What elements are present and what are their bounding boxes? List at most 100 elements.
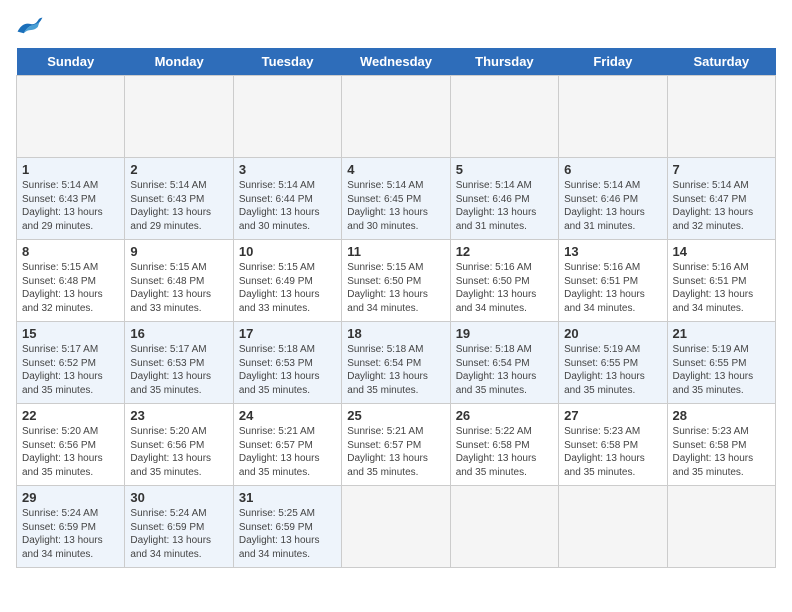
day-info: Sunrise: 5:14 AM Sunset: 6:46 PM Dayligh… [564, 179, 661, 233]
weekday-header-thursday: Thursday [450, 48, 558, 76]
day-number: 11 [347, 244, 444, 259]
calendar-cell [125, 76, 233, 158]
day-number: 2 [130, 162, 227, 177]
day-number: 13 [564, 244, 661, 259]
day-info: Sunrise: 5:16 AM Sunset: 6:50 PM Dayligh… [456, 261, 553, 315]
day-number: 4 [347, 162, 444, 177]
calendar-week-row [17, 76, 776, 158]
day-info: Sunrise: 5:25 AM Sunset: 6:59 PM Dayligh… [239, 507, 336, 561]
day-number: 21 [673, 326, 770, 341]
day-info: Sunrise: 5:15 AM Sunset: 6:50 PM Dayligh… [347, 261, 444, 315]
weekday-header-row: SundayMondayTuesdayWednesdayThursdayFrid… [17, 48, 776, 76]
day-info: Sunrise: 5:14 AM Sunset: 6:45 PM Dayligh… [347, 179, 444, 233]
day-number: 6 [564, 162, 661, 177]
day-number: 14 [673, 244, 770, 259]
day-info: Sunrise: 5:14 AM Sunset: 6:46 PM Dayligh… [456, 179, 553, 233]
day-number: 15 [22, 326, 119, 341]
day-info: Sunrise: 5:15 AM Sunset: 6:48 PM Dayligh… [22, 261, 119, 315]
calendar-cell: 19Sunrise: 5:18 AM Sunset: 6:54 PM Dayli… [450, 322, 558, 404]
day-info: Sunrise: 5:18 AM Sunset: 6:54 PM Dayligh… [456, 343, 553, 397]
day-number: 31 [239, 490, 336, 505]
calendar-week-row: 15Sunrise: 5:17 AM Sunset: 6:52 PM Dayli… [17, 322, 776, 404]
weekday-header-tuesday: Tuesday [233, 48, 341, 76]
calendar-cell: 11 Sunrise: 5:15 AM Sunset: 6:50 PM Dayli… [342, 240, 450, 322]
calendar-cell: 25Sunrise: 5:21 AM Sunset: 6:57 PM Dayli… [342, 404, 450, 486]
day-info: Sunrise: 5:18 AM Sunset: 6:53 PM Dayligh… [239, 343, 336, 397]
day-number: 28 [673, 408, 770, 423]
weekday-header-saturday: Saturday [667, 48, 775, 76]
weekday-header-monday: Monday [125, 48, 233, 76]
day-info: Sunrise: 5:20 AM Sunset: 6:56 PM Dayligh… [22, 425, 119, 479]
calendar-cell [667, 76, 775, 158]
calendar-cell: 14Sunrise: 5:16 AM Sunset: 6:51 PM Dayli… [667, 240, 775, 322]
day-number: 24 [239, 408, 336, 423]
calendar-cell: 30Sunrise: 5:24 AM Sunset: 6:59 PM Dayli… [125, 486, 233, 568]
day-number: 5 [456, 162, 553, 177]
day-info: Sunrise: 5:15 AM Sunset: 6:49 PM Dayligh… [239, 261, 336, 315]
calendar-cell [450, 76, 558, 158]
day-info: Sunrise: 5:24 AM Sunset: 6:59 PM Dayligh… [130, 507, 227, 561]
day-number: 1 [22, 162, 119, 177]
calendar-cell: 20Sunrise: 5:19 AM Sunset: 6:55 PM Dayli… [559, 322, 667, 404]
day-info: Sunrise: 5:23 AM Sunset: 6:58 PM Dayligh… [564, 425, 661, 479]
calendar-week-row: 29 Sunrise: 5:24 AM Sunset: 6:59 PM Dayli… [17, 486, 776, 568]
calendar-week-row: 1 Sunrise: 5:14 AM Sunset: 6:43 PM Daylig… [17, 158, 776, 240]
calendar-cell: 18Sunrise: 5:18 AM Sunset: 6:54 PM Dayli… [342, 322, 450, 404]
day-number: 26 [456, 408, 553, 423]
day-info: Sunrise: 5:14 AM Sunset: 6:43 PM Dayligh… [22, 179, 119, 233]
calendar-cell: 2 Sunrise: 5:14 AM Sunset: 6:43 PM Daylig… [125, 158, 233, 240]
calendar-cell: 31 Sunrise: 5:25 AM Sunset: 6:59 PM Dayli… [233, 486, 341, 568]
day-info: Sunrise: 5:18 AM Sunset: 6:54 PM Dayligh… [347, 343, 444, 397]
calendar-cell: 13Sunrise: 5:16 AM Sunset: 6:51 PM Dayli… [559, 240, 667, 322]
calendar-cell [342, 76, 450, 158]
day-info: Sunrise: 5:22 AM Sunset: 6:58 PM Dayligh… [456, 425, 553, 479]
day-info: Sunrise: 5:24 AM Sunset: 6:59 PM Dayligh… [22, 507, 119, 561]
calendar-cell: 15Sunrise: 5:17 AM Sunset: 6:52 PM Dayli… [17, 322, 125, 404]
day-number: 29 [22, 490, 119, 505]
calendar-cell [17, 76, 125, 158]
calendar-cell: 6 Sunrise: 5:14 AM Sunset: 6:46 PM Daylig… [559, 158, 667, 240]
calendar-cell: 16 Sunrise: 5:17 AM Sunset: 6:53 PM Dayli… [125, 322, 233, 404]
day-number: 27 [564, 408, 661, 423]
day-number: 23 [130, 408, 227, 423]
logo-bird-icon [16, 16, 44, 38]
calendar-cell [667, 486, 775, 568]
calendar-cell: 28 Sunrise: 5:23 AM Sunset: 6:58 PM Dayli… [667, 404, 775, 486]
day-info: Sunrise: 5:14 AM Sunset: 6:44 PM Dayligh… [239, 179, 336, 233]
page-container: SundayMondayTuesdayWednesdayThursdayFrid… [0, 0, 792, 576]
weekday-header-wednesday: Wednesday [342, 48, 450, 76]
day-number: 22 [22, 408, 119, 423]
day-number: 7 [673, 162, 770, 177]
day-info: Sunrise: 5:14 AM Sunset: 6:43 PM Dayligh… [130, 179, 227, 233]
calendar-cell: 21 Sunrise: 5:19 AM Sunset: 6:55 PM Dayli… [667, 322, 775, 404]
day-number: 10 [239, 244, 336, 259]
calendar-week-row: 22 Sunrise: 5:20 AM Sunset: 6:56 PM Dayli… [17, 404, 776, 486]
day-info: Sunrise: 5:20 AM Sunset: 6:56 PM Dayligh… [130, 425, 227, 479]
calendar-cell: 12Sunrise: 5:16 AM Sunset: 6:50 PM Dayli… [450, 240, 558, 322]
calendar-cell: 4 Sunrise: 5:14 AM Sunset: 6:45 PM Daylig… [342, 158, 450, 240]
day-number: 16 [130, 326, 227, 341]
calendar-cell: 26 Sunrise: 5:22 AM Sunset: 6:58 PM Dayli… [450, 404, 558, 486]
calendar-cell: 10 Sunrise: 5:15 AM Sunset: 6:49 PM Dayli… [233, 240, 341, 322]
calendar-cell: 1 Sunrise: 5:14 AM Sunset: 6:43 PM Daylig… [17, 158, 125, 240]
day-info: Sunrise: 5:21 AM Sunset: 6:57 PM Dayligh… [239, 425, 336, 479]
calendar-cell [559, 486, 667, 568]
day-info: Sunrise: 5:14 AM Sunset: 6:47 PM Dayligh… [673, 179, 770, 233]
calendar-cell: 29 Sunrise: 5:24 AM Sunset: 6:59 PM Dayli… [17, 486, 125, 568]
calendar-cell [233, 76, 341, 158]
calendar-cell: 17 Sunrise: 5:18 AM Sunset: 6:53 PM Dayli… [233, 322, 341, 404]
day-info: Sunrise: 5:17 AM Sunset: 6:53 PM Dayligh… [130, 343, 227, 397]
calendar-cell: 9Sunrise: 5:15 AM Sunset: 6:48 PM Daylig… [125, 240, 233, 322]
logo [16, 16, 48, 38]
day-number: 17 [239, 326, 336, 341]
calendar-cell: 5 Sunrise: 5:14 AM Sunset: 6:46 PM Daylig… [450, 158, 558, 240]
calendar-cell: 7 Sunrise: 5:14 AM Sunset: 6:47 PM Daylig… [667, 158, 775, 240]
calendar-cell: 27 Sunrise: 5:23 AM Sunset: 6:58 PM Dayli… [559, 404, 667, 486]
calendar-cell [559, 76, 667, 158]
calendar-cell: 24 Sunrise: 5:21 AM Sunset: 6:57 PM Dayli… [233, 404, 341, 486]
day-info: Sunrise: 5:19 AM Sunset: 6:55 PM Dayligh… [564, 343, 661, 397]
day-number: 25 [347, 408, 444, 423]
calendar-cell: 22 Sunrise: 5:20 AM Sunset: 6:56 PM Dayli… [17, 404, 125, 486]
day-info: Sunrise: 5:23 AM Sunset: 6:58 PM Dayligh… [673, 425, 770, 479]
day-info: Sunrise: 5:19 AM Sunset: 6:55 PM Dayligh… [673, 343, 770, 397]
